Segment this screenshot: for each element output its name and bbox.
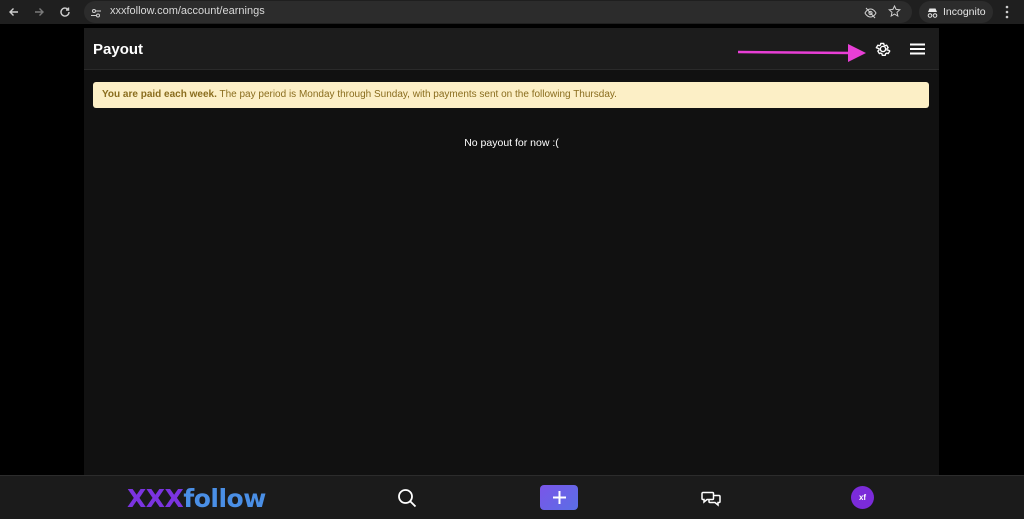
page-title: Payout: [93, 41, 144, 58]
payout-info-notice: You are paid each week. The pay period i…: [93, 82, 929, 108]
eye-off-icon[interactable]: [864, 6, 877, 24]
avatar[interactable]: xf: [851, 486, 874, 509]
bottom-nav: XXXfollow xf: [0, 475, 1024, 519]
address-bar[interactable]: xxxfollow.com/account/earnings: [84, 1, 912, 23]
page-container: Payout You are paid each week. The pay p…: [84, 28, 939, 475]
forward-arrow-icon[interactable]: [31, 4, 47, 20]
notice-bold-text: You are paid each week.: [102, 89, 217, 100]
site-settings-icon[interactable]: [90, 6, 102, 24]
url-text: xxxfollow.com/account/earnings: [110, 5, 265, 17]
annotation-arrow-icon: [737, 44, 866, 62]
incognito-badge[interactable]: Incognito: [919, 1, 993, 23]
xxxfollow-logo[interactable]: XXXfollow: [127, 484, 266, 513]
browser-toolbar: xxxfollow.com/account/earnings Incognito: [0, 0, 1024, 24]
empty-payout-message: No payout for now :(: [464, 137, 559, 149]
browser-menu-icon[interactable]: [1005, 5, 1009, 24]
reload-icon[interactable]: [57, 4, 73, 20]
settings-gear-icon[interactable]: [872, 38, 894, 60]
back-arrow-icon[interactable]: [6, 4, 22, 20]
chat-bubbles-icon[interactable]: [699, 486, 723, 510]
search-icon[interactable]: [395, 486, 419, 510]
plus-icon: [552, 491, 566, 504]
incognito-label: Incognito: [943, 6, 986, 18]
hamburger-menu-icon[interactable]: [906, 38, 928, 60]
notice-text: The pay period is Monday through Sunday,…: [216, 89, 617, 100]
bookmark-star-icon[interactable]: [888, 4, 901, 23]
add-post-button[interactable]: [540, 485, 578, 510]
incognito-icon: [926, 6, 939, 24]
